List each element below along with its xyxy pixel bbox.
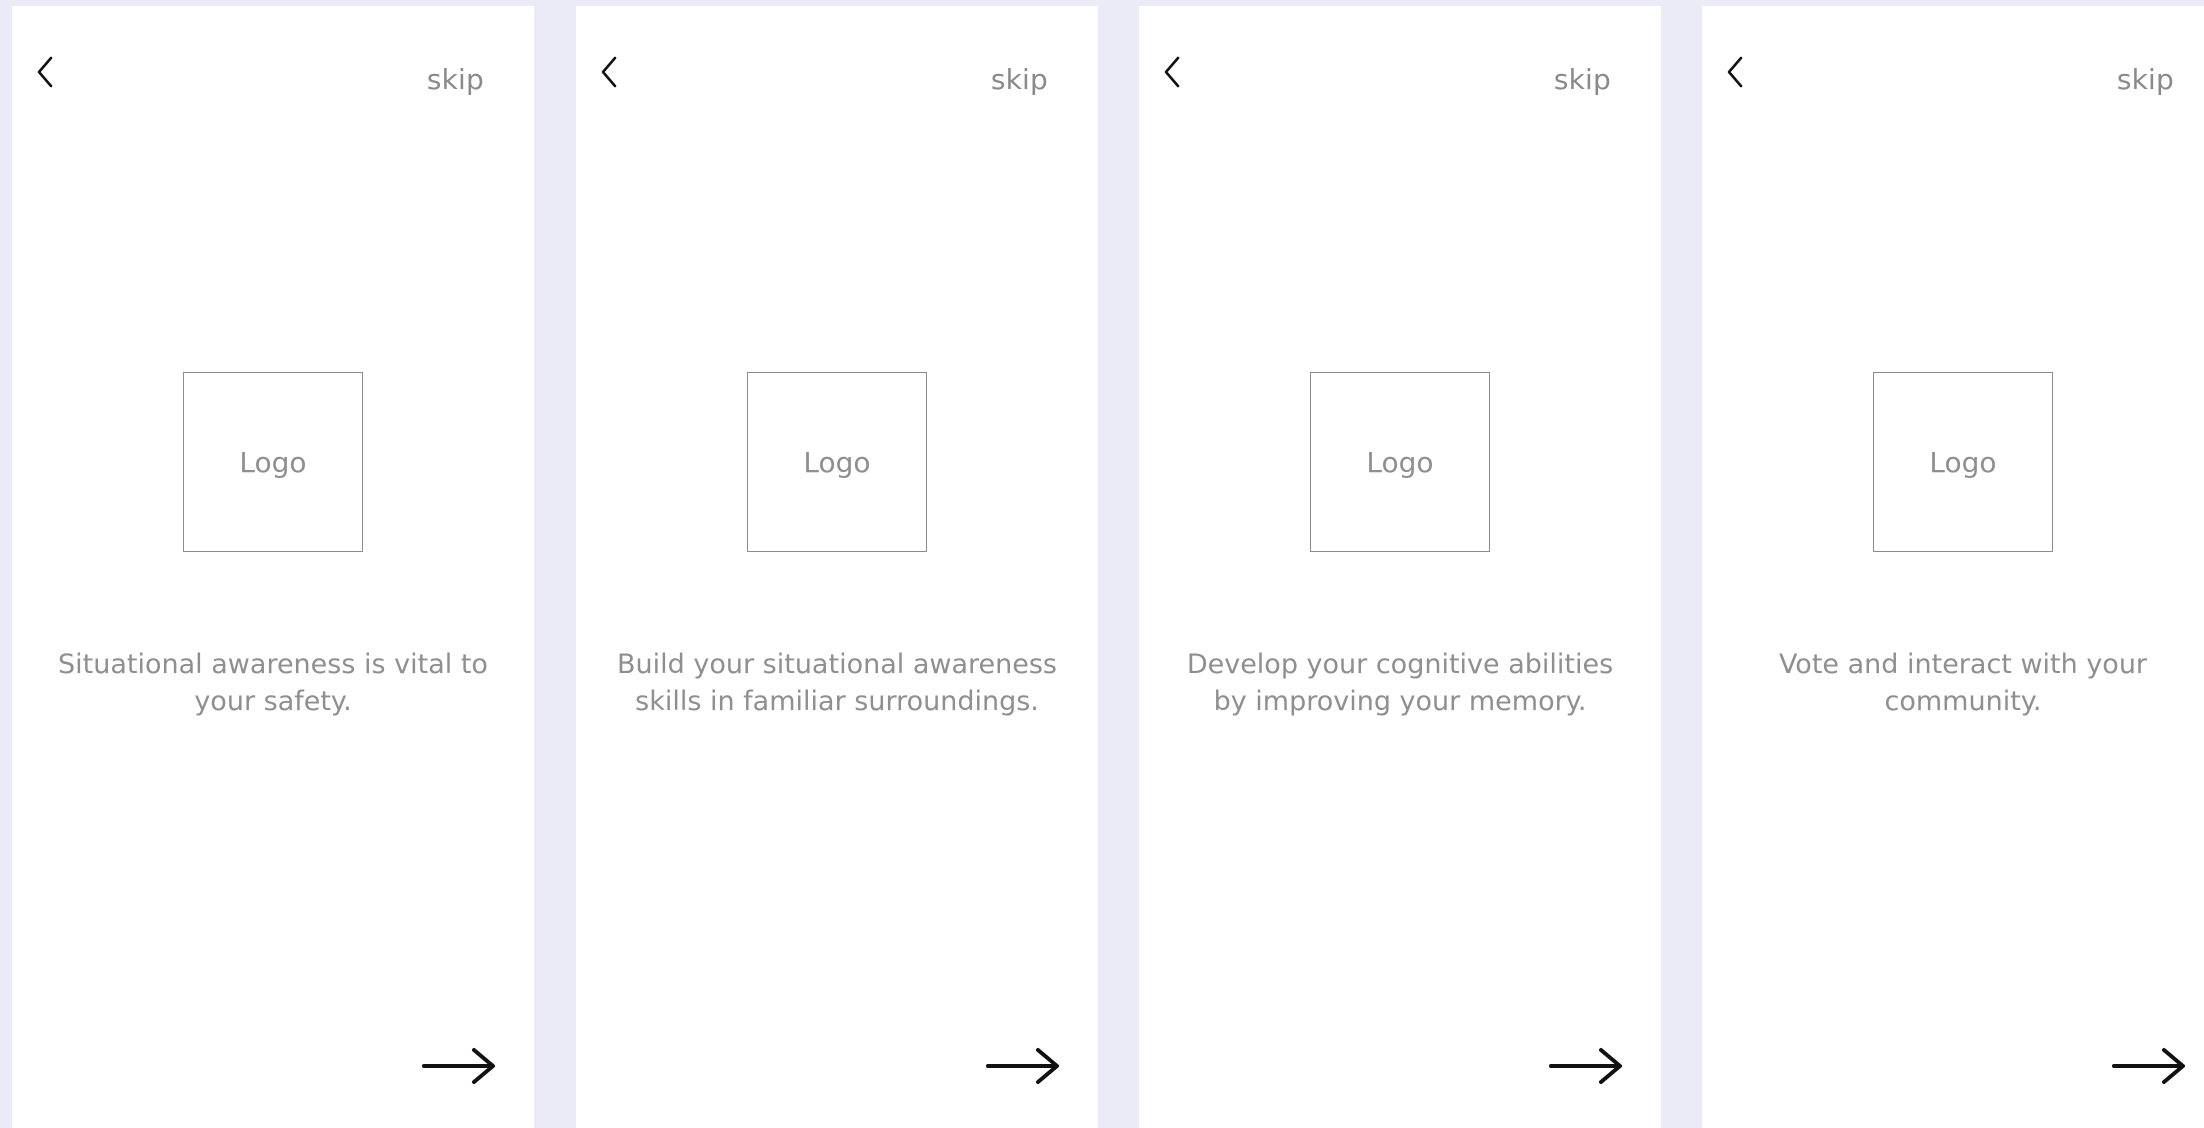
logo-label: Logo	[1366, 445, 1434, 479]
chevron-left-icon	[601, 56, 617, 88]
next-button[interactable]	[1547, 1044, 1627, 1088]
onboarding-description: Situational awareness is vital to your s…	[58, 649, 488, 717]
chevron-left-icon	[37, 56, 53, 88]
arrow-right-icon	[2112, 1048, 2185, 1084]
onboarding-screen-2: skip Logo Build your situational awarene…	[576, 6, 1098, 1128]
arrow-right-icon	[1549, 1048, 1622, 1084]
logo-placeholder: Logo	[747, 372, 927, 552]
next-button[interactable]	[2110, 1044, 2190, 1088]
back-button[interactable]	[1720, 52, 1754, 94]
skip-button[interactable]: skip	[2117, 63, 2174, 96]
logo-label: Logo	[1929, 445, 1997, 479]
arrow-right-icon	[986, 1048, 1059, 1084]
onboarding-description: Build your situational awareness skills …	[617, 649, 1057, 717]
onboarding-description: Develop your cognitive abilities by impr…	[1186, 649, 1614, 717]
logo-placeholder: Logo	[183, 372, 363, 552]
next-button[interactable]	[984, 1044, 1064, 1088]
skip-button[interactable]: skip	[1554, 63, 1611, 96]
skip-button[interactable]: skip	[427, 63, 484, 96]
back-button[interactable]	[30, 52, 64, 94]
arrow-right-icon	[422, 1048, 495, 1084]
onboarding-description: Vote and interact with your community.	[1778, 649, 2148, 717]
logo-placeholder: Logo	[1873, 372, 2053, 552]
next-button[interactable]	[420, 1044, 500, 1088]
onboarding-screen-4: skip Logo Vote and interact with your co…	[1702, 6, 2204, 1128]
logo-label: Logo	[239, 445, 307, 479]
skip-button[interactable]: skip	[991, 63, 1048, 96]
logo-label: Logo	[803, 445, 871, 479]
back-button[interactable]	[594, 52, 628, 94]
chevron-left-icon	[1164, 56, 1180, 88]
onboarding-screen-3: skip Logo Develop your cognitive abiliti…	[1139, 6, 1661, 1128]
back-button[interactable]	[1157, 52, 1191, 94]
logo-placeholder: Logo	[1310, 372, 1490, 552]
chevron-left-icon	[1727, 56, 1743, 88]
onboarding-screen-1: skip Logo Situational awareness is vital…	[12, 6, 534, 1128]
